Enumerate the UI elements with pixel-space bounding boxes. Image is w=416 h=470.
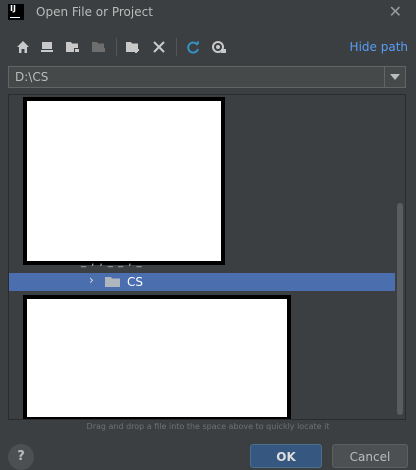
tree-item-label: CS — [127, 275, 143, 289]
module-folder-icon[interactable] — [90, 38, 108, 56]
delete-icon[interactable] — [150, 38, 168, 56]
new-folder-icon[interactable] — [124, 38, 142, 56]
drag-drop-hint: Drag and drop a file into the space abov… — [86, 422, 330, 431]
path-combobox[interactable]: D:\CS — [8, 66, 406, 88]
hide-path-link[interactable]: Hide path — [350, 40, 408, 54]
home-icon[interactable] — [14, 38, 32, 56]
path-input[interactable]: D:\CS — [15, 70, 48, 84]
ok-button[interactable]: OK — [250, 444, 322, 468]
chevron-down-icon[interactable] — [384, 67, 405, 87]
title-bar: IJ Open File or Project ✕ — [0, 0, 416, 26]
tree-item-partial[interactable]: _ , , _ _ , _ — [81, 257, 143, 268]
file-tree[interactable]: _ , , _ _ , _ › CS — [8, 94, 406, 420]
intellij-app-icon: IJ — [8, 4, 24, 20]
chevron-right-icon[interactable]: › — [89, 273, 94, 287]
toolbar-separator — [176, 38, 177, 56]
refresh-icon[interactable] — [184, 38, 202, 56]
tree-item-cs[interactable]: › CS — [9, 273, 395, 291]
help-button[interactable]: ? — [8, 444, 34, 470]
project-folder-icon[interactable] — [64, 38, 82, 56]
app-icon-text: IJ — [10, 4, 16, 13]
desktop-icon[interactable] — [38, 38, 56, 56]
redacted-region — [23, 97, 225, 265]
window-title: Open File or Project — [36, 5, 153, 19]
close-icon[interactable]: ✕ — [389, 2, 402, 21]
folder-icon — [105, 276, 121, 291]
toolbar-separator — [116, 38, 117, 56]
redacted-region — [23, 295, 291, 419]
vertical-scrollbar[interactable] — [397, 203, 403, 415]
show-hidden-icon[interactable] — [210, 38, 228, 56]
cancel-button[interactable]: Cancel — [332, 444, 408, 468]
